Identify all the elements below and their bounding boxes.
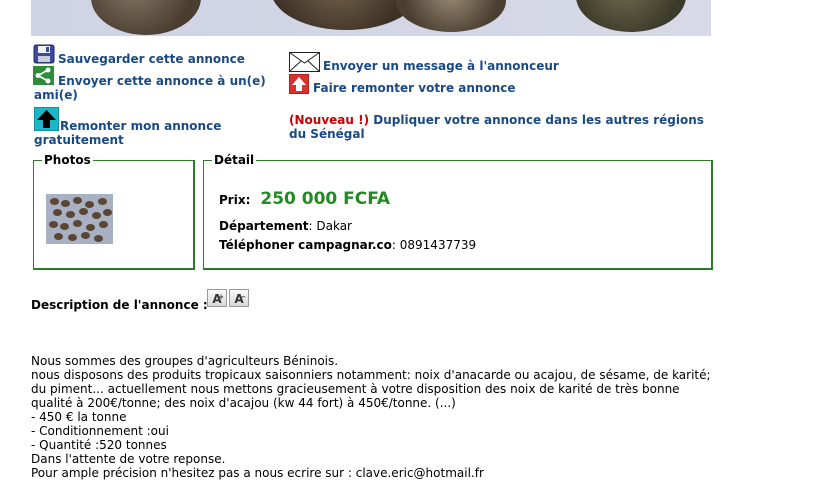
department-label: Département (219, 219, 309, 233)
price-label: Prix: (219, 193, 251, 207)
department-value: : Dakar (308, 219, 352, 233)
bump-paid-label[interactable]: Faire remonter votre annonce (313, 81, 516, 95)
phone-row: Téléphoner campagnar.co: 0891437739 (219, 238, 476, 252)
phone-label: Téléphoner campagnar.co (219, 238, 392, 252)
detail-title: Détail (214, 153, 255, 167)
save-ad-link[interactable]: Sauvegarder cette annonce (58, 52, 245, 66)
bump-free-label[interactable]: Remonter mon annonce gratuitement (34, 119, 221, 147)
description-line: - Quantité :520 tonnes (31, 438, 167, 452)
photos-title: Photos (44, 153, 91, 167)
save-ad-label[interactable]: Sauvegarder cette annonce (58, 52, 245, 66)
product-photo-banner (31, 0, 711, 36)
bump-free-link[interactable]: Remonter mon annonce gratuitement (34, 119, 234, 147)
send-to-friend-link[interactable]: Envoyer cette annonce à un(e) ami(e) (34, 74, 279, 102)
detail-panel: Détail Prix: 250 000 FCFA Département: Da… (203, 153, 713, 270)
font-decrease-button[interactable]: A − (229, 289, 249, 307)
phone-value: : 0891437739 (391, 238, 477, 252)
bump-paid-link[interactable]: Faire remonter votre annonce (313, 81, 516, 95)
description-line: nous disposons des produits tropicaux sa… (31, 368, 715, 410)
send-to-friend-label[interactable]: Envoyer cette annonce à un(e) ami(e) (34, 74, 266, 102)
photos-panel: Photos (33, 153, 195, 270)
font-increase-button[interactable]: A + (207, 289, 227, 307)
price-value: 250 000 FCFA (260, 189, 391, 209)
description-line: Nous sommes des groupes d'agriculteurs B… (31, 354, 339, 368)
minus-icon: − (240, 293, 246, 301)
message-advertiser-link[interactable]: Envoyer un message à l'annonceur (323, 59, 559, 73)
description-line: Dans l'attente de votre reponse. (31, 452, 226, 466)
description-title: Description de l'annonce : (31, 298, 208, 312)
description-line: Pour ample précision n'hesitez pas a nou… (31, 466, 484, 480)
duplicate-ad-link[interactable]: (Nouveau !) Dupliquer votre annonce dans… (289, 113, 709, 141)
new-badge: (Nouveau !) (289, 113, 370, 127)
envelope-icon[interactable] (289, 52, 320, 72)
price-row: Prix: 250 000 FCFA (219, 189, 390, 209)
plus-icon: + (218, 293, 224, 301)
message-advertiser-label[interactable]: Envoyer un message à l'annonceur (323, 59, 559, 73)
description-line: - Conditionnement :oui (31, 424, 169, 438)
department-row: Département: Dakar (219, 219, 352, 233)
product-thumbnail[interactable] (46, 194, 113, 244)
floppy-save-icon[interactable] (33, 44, 55, 64)
bump-arrow-icon[interactable] (289, 74, 309, 94)
description-line: - 450 € la tonne (31, 410, 127, 424)
description-body: Nous sommes des groupes d'agriculteurs B… (31, 354, 721, 480)
